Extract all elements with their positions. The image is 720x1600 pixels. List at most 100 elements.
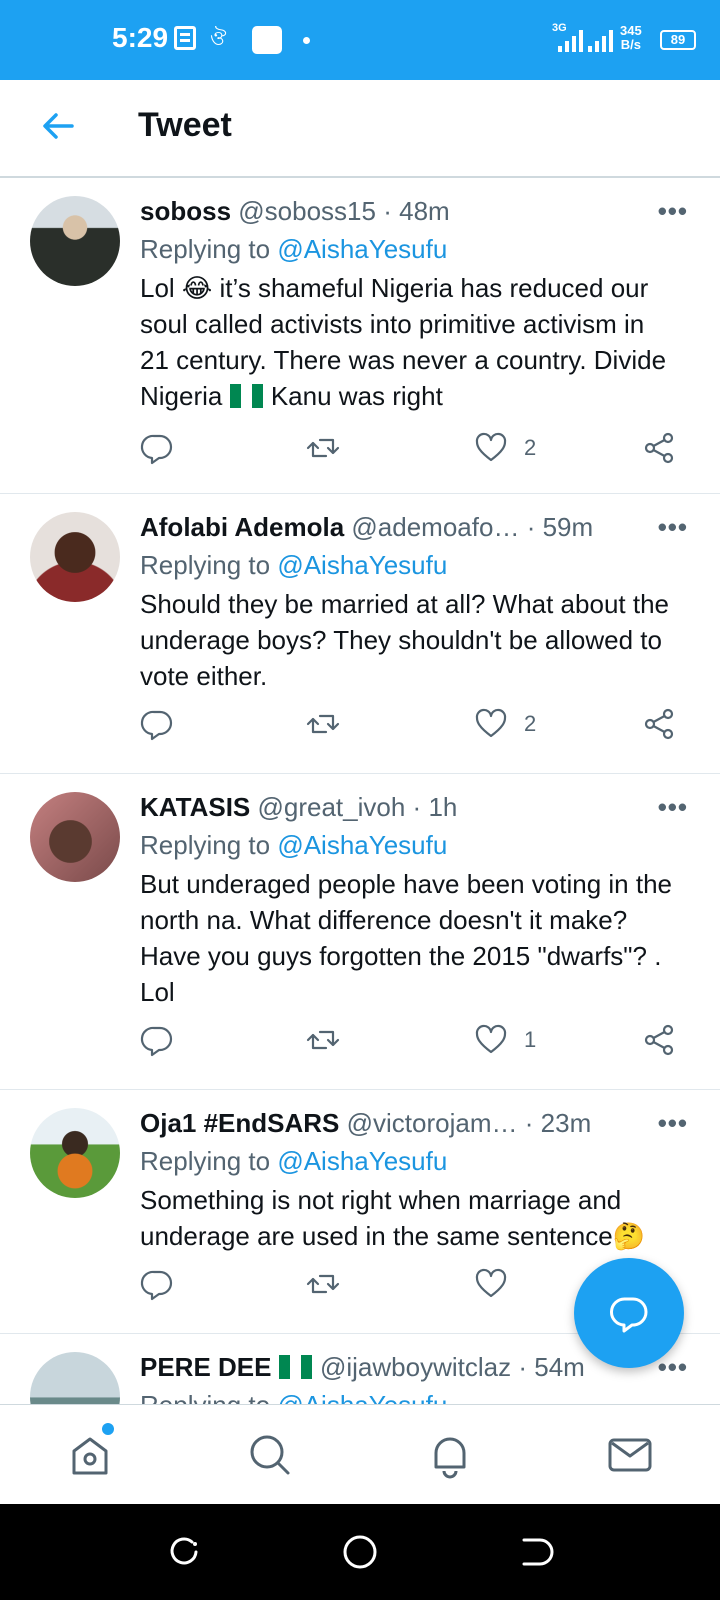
- tweet-actions: 1: [140, 1022, 700, 1062]
- mention-link[interactable]: @AishaYesufu: [277, 1390, 447, 1404]
- timestamp: 1h: [428, 792, 458, 822]
- home-icon[interactable]: [66, 1431, 114, 1479]
- heart-icon: [475, 708, 507, 738]
- separator: ·: [383, 196, 392, 226]
- mail-icon[interactable]: [606, 1431, 654, 1479]
- tweet-header: soboss @soboss15 · 48m: [140, 196, 450, 227]
- tweet[interactable]: Afolabi Ademola @ademoafo… · 59m ••• Rep…: [0, 494, 720, 774]
- mention-link[interactable]: @AishaYesufu: [277, 550, 447, 580]
- tweet-header: PERE DEE @ijawboywitclaz · 54m: [140, 1352, 585, 1383]
- app-notification-icon: [252, 26, 282, 54]
- user-handle: @ademoafo…: [351, 512, 520, 542]
- avatar[interactable]: [30, 792, 120, 882]
- nigeria-flag-icon: [278, 1355, 313, 1379]
- avatar[interactable]: [30, 1108, 120, 1198]
- tweet[interactable]: KATASIS @great_ivoh · 1h ••• Replying to…: [0, 774, 720, 1090]
- reply-icon: [140, 1270, 173, 1301]
- tweet-text: Lol 😂 it’s shameful Nigeria has reduced …: [140, 273, 667, 411]
- signal-icon: [552, 30, 588, 52]
- more-icon[interactable]: •••: [658, 1108, 688, 1139]
- heart-icon: [475, 1024, 507, 1054]
- share-button[interactable]: [642, 706, 676, 742]
- tweet-header: KATASIS @great_ivoh · 1h: [140, 792, 457, 823]
- notes-icon: [174, 26, 196, 50]
- reply-button[interactable]: [140, 1022, 174, 1058]
- user-handle: @victorojam…: [346, 1108, 518, 1138]
- tweet-actions: 2: [140, 706, 700, 746]
- like-count: 2: [524, 711, 537, 736]
- share-button[interactable]: [642, 430, 676, 466]
- more-icon[interactable]: •••: [658, 512, 688, 543]
- like-button[interactable]: [474, 1266, 508, 1302]
- retweet-icon: [306, 438, 340, 458]
- nigeria-flag-icon: [229, 384, 264, 408]
- retweet-button[interactable]: [306, 706, 340, 742]
- reply-icon: [140, 1026, 173, 1057]
- signal-icon-2: [588, 30, 624, 52]
- status-time: 5:29: [112, 22, 169, 53]
- reply-button[interactable]: [140, 1266, 174, 1302]
- home-circle-icon[interactable]: [340, 1532, 380, 1572]
- timestamp: 54m: [534, 1352, 585, 1382]
- tweet-actions: 2: [140, 430, 700, 470]
- home-notification-dot: [102, 1423, 114, 1435]
- timestamp: 59m: [542, 512, 594, 542]
- bottom-nav: [0, 1404, 720, 1504]
- arrow-left-icon[interactable]: [38, 106, 78, 146]
- replying-to: Replying to @AishaYesufu: [140, 234, 448, 264]
- network-speed: 345 B/s: [620, 23, 642, 52]
- share-icon: [644, 708, 674, 740]
- like-button[interactable]: 2: [474, 430, 536, 466]
- more-notifications-dot: [303, 37, 310, 44]
- compose-reply-button[interactable]: [574, 1258, 684, 1368]
- retweet-icon: [306, 1030, 340, 1050]
- display-name[interactable]: Afolabi Ademola: [140, 512, 344, 542]
- share-icon: [644, 1024, 674, 1056]
- retweet-icon: [306, 714, 340, 734]
- tweet[interactable]: soboss @soboss15 · 48m ••• Replying to @…: [0, 178, 720, 494]
- back-icon[interactable]: [516, 1532, 556, 1572]
- avatar[interactable]: [30, 1352, 120, 1404]
- display-name[interactable]: KATASIS: [140, 792, 250, 822]
- avatar[interactable]: [30, 196, 120, 286]
- display-name[interactable]: soboss: [140, 196, 231, 226]
- like-button[interactable]: 2: [474, 706, 536, 742]
- replying-to: Replying to @AishaYesufu: [140, 830, 448, 860]
- reply-bubble-icon: [610, 1297, 648, 1333]
- mention-link[interactable]: @AishaYesufu: [277, 830, 447, 860]
- more-icon[interactable]: •••: [658, 792, 688, 823]
- share-button[interactable]: [642, 1022, 676, 1058]
- user-handle: @ijawboywitclaz: [319, 1352, 512, 1382]
- bell-icon[interactable]: [426, 1431, 474, 1479]
- search-icon[interactable]: [246, 1431, 294, 1479]
- retweet-button[interactable]: [306, 1266, 340, 1302]
- like-count: 2: [524, 435, 537, 460]
- reply-button[interactable]: [140, 706, 174, 742]
- reply-button[interactable]: [140, 430, 174, 466]
- heart-icon: [475, 432, 507, 462]
- tweet-text: Should they be married at all? What abou…: [140, 589, 669, 691]
- like-button[interactable]: 1: [474, 1022, 536, 1058]
- more-icon[interactable]: •••: [658, 196, 688, 227]
- reply-icon: [140, 434, 173, 465]
- retweet-button[interactable]: [306, 1022, 340, 1058]
- avatar[interactable]: [30, 512, 120, 602]
- like-count: 1: [524, 1027, 537, 1052]
- battery-icon: 89: [660, 30, 696, 50]
- retweet-button[interactable]: [306, 430, 340, 466]
- tweet-text: Something is not right when marriage and…: [140, 1185, 646, 1251]
- mention-link[interactable]: @AishaYesufu: [277, 234, 447, 264]
- separator: ·: [524, 1108, 534, 1138]
- display-name[interactable]: Oja1 #EndSARS: [140, 1108, 339, 1138]
- timestamp: 48m: [399, 196, 450, 226]
- display-name[interactable]: PERE DEE: [140, 1352, 272, 1382]
- mention-link[interactable]: @AishaYesufu: [277, 1146, 447, 1176]
- tweet-text: But underaged people have been voting in…: [140, 869, 672, 1007]
- recent-apps-icon[interactable]: [164, 1532, 204, 1572]
- separator: ·: [526, 512, 536, 542]
- carrier-icon: ঔ: [210, 28, 227, 50]
- status-bar: 5:29 ঔ 3G 345 B/s 89: [0, 0, 720, 80]
- system-nav-bar: [0, 1504, 720, 1600]
- tweet-header: Oja1 #EndSARS @victorojam… · 23m: [140, 1108, 591, 1139]
- retweet-icon: [306, 1274, 340, 1294]
